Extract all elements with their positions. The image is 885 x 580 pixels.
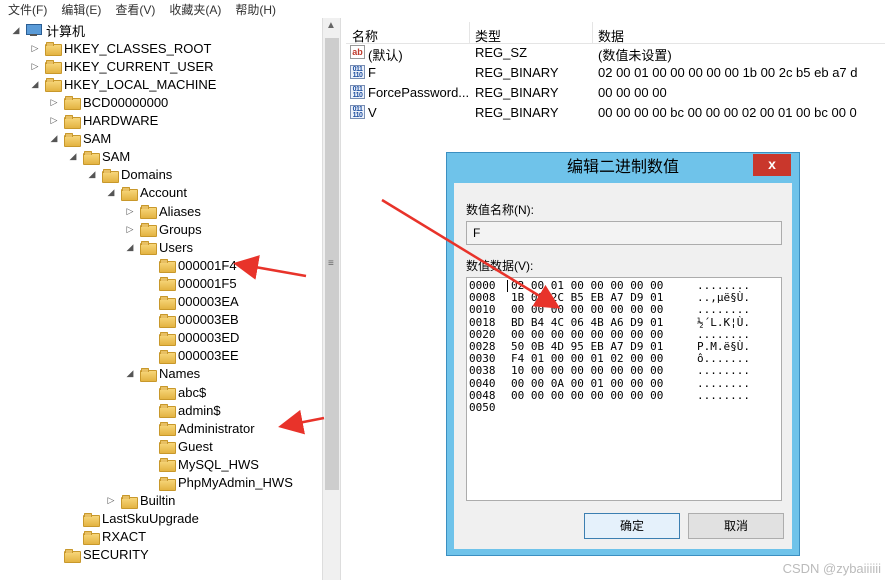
- annotation-arrows: [233, 198, 561, 435]
- arrow-to-000001F4: [233, 255, 307, 280]
- watermark: CSDN @zybaiiiiii: [782, 561, 881, 576]
- arrow-to-hex-data: [381, 198, 561, 309]
- arrow-to-administrator: [278, 409, 325, 435]
